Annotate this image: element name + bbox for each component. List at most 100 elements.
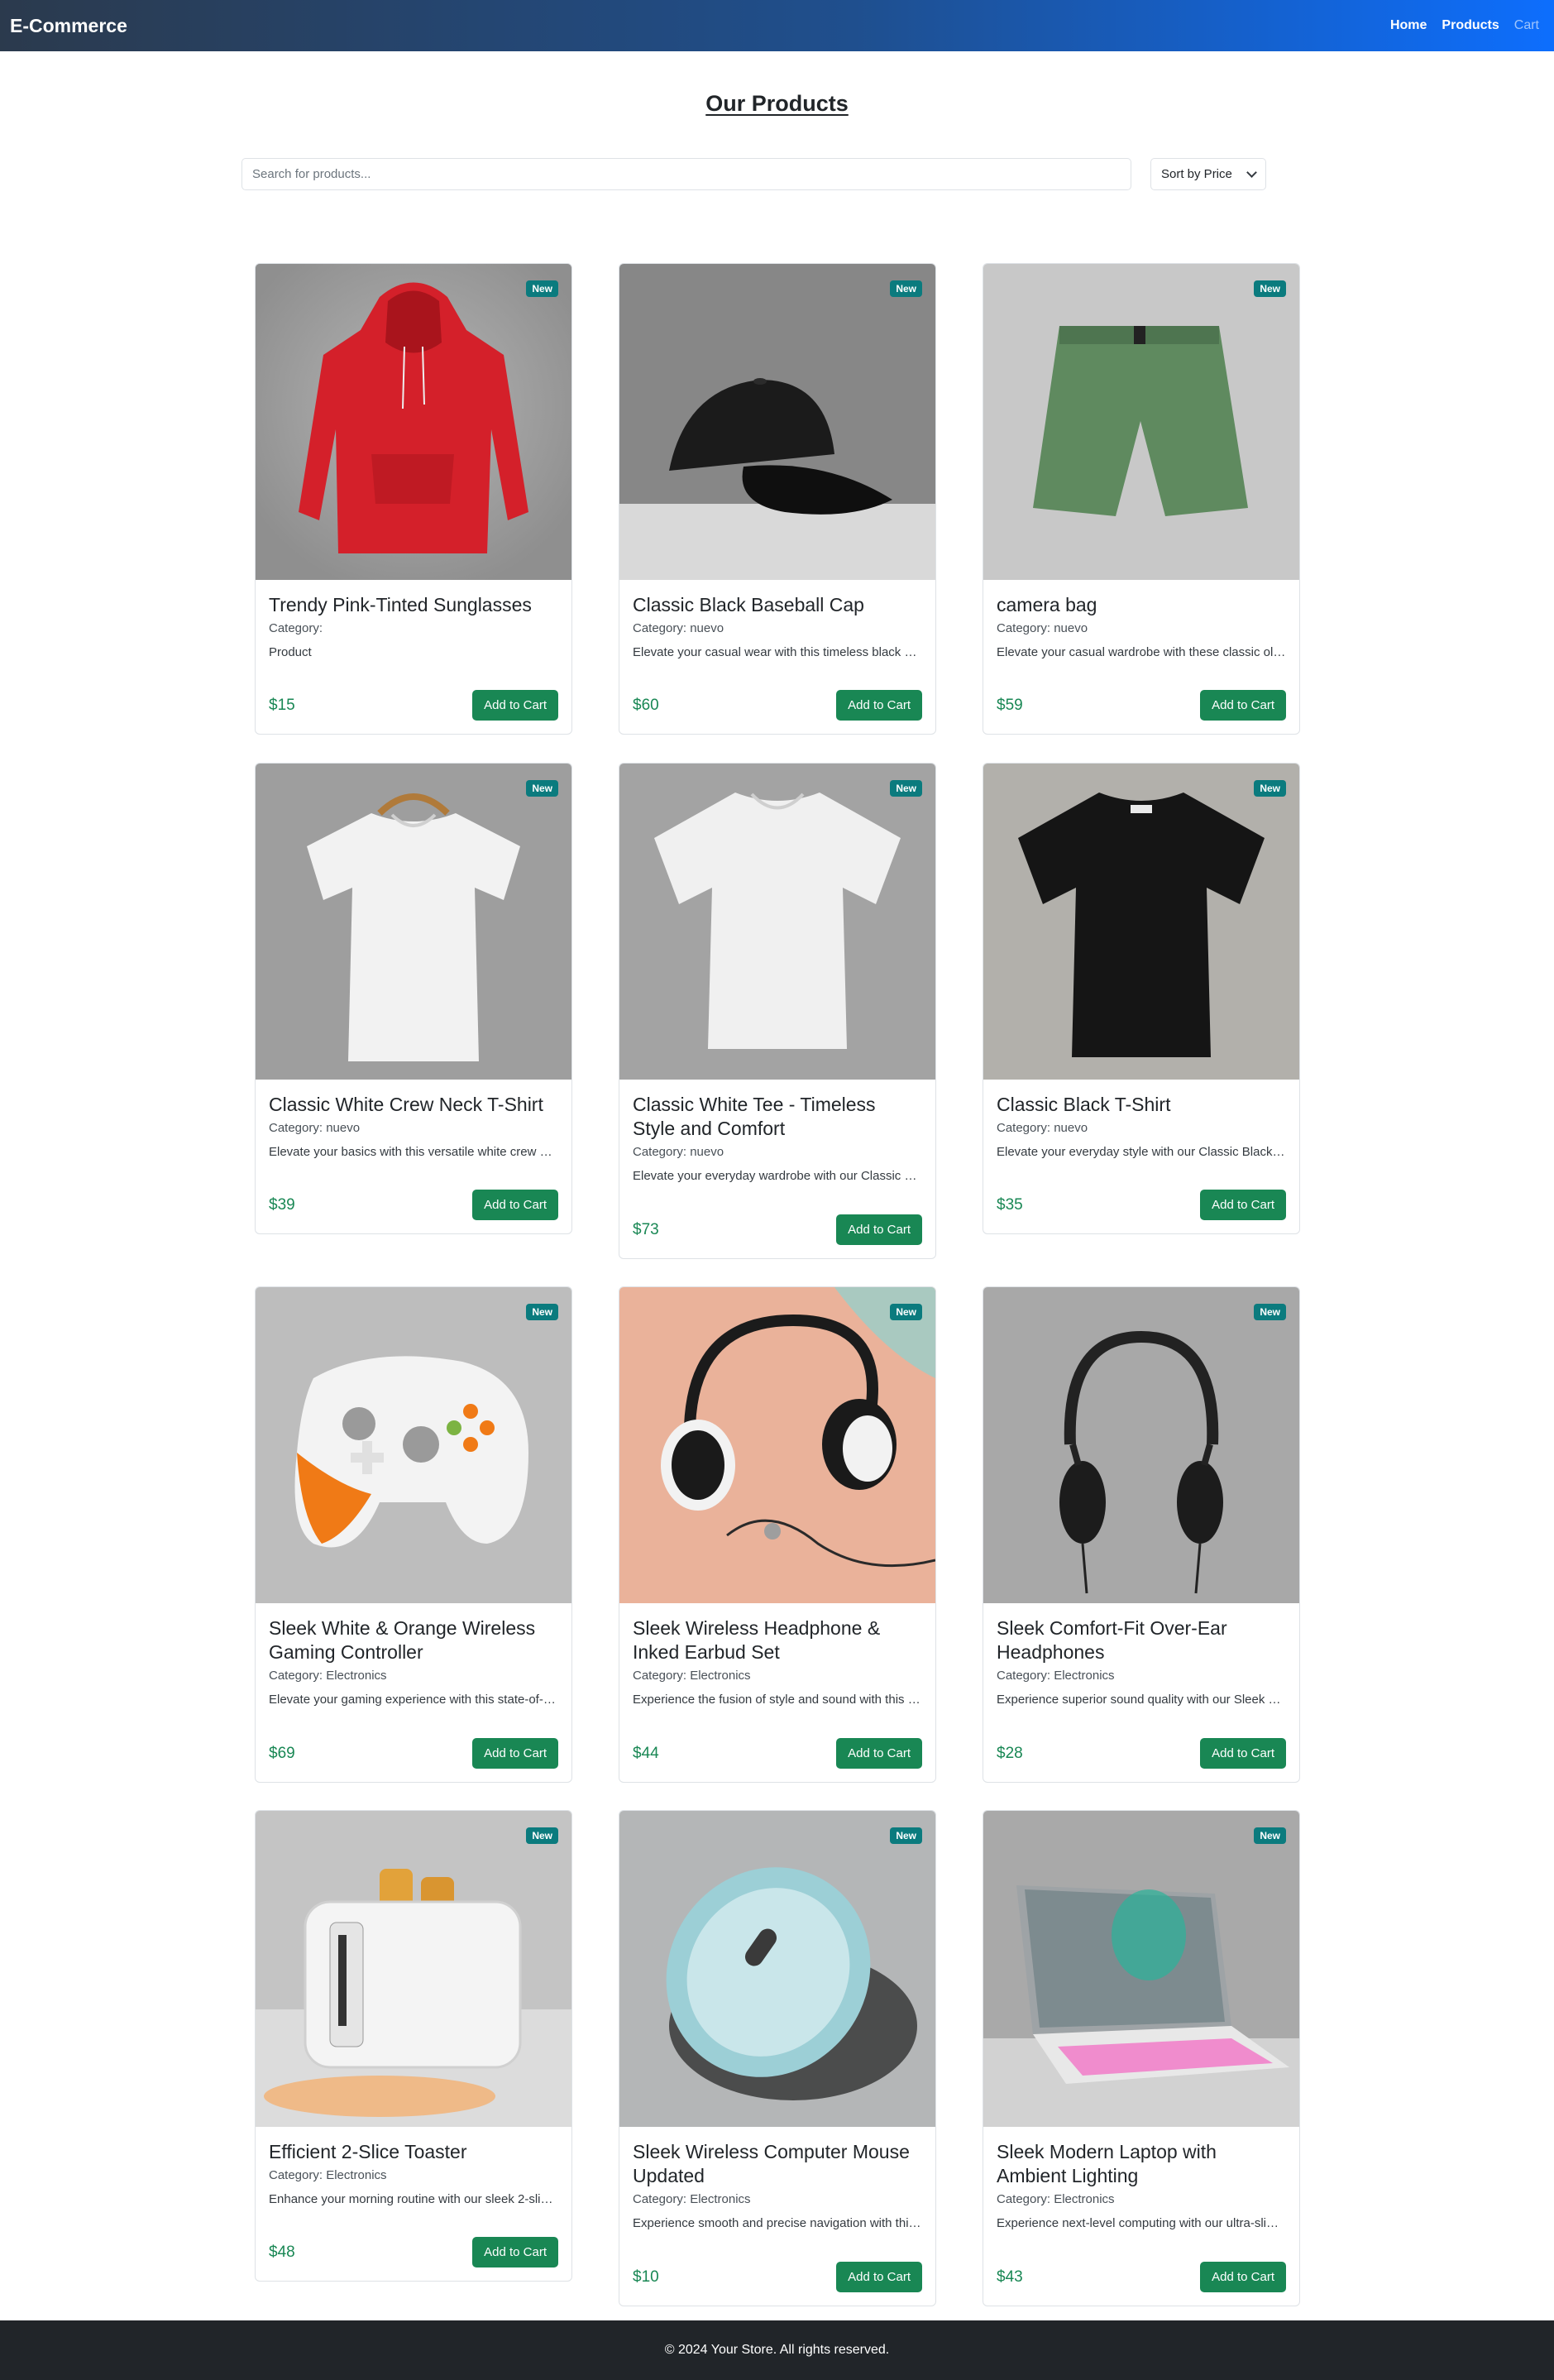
add-to-cart-button[interactable]: Add to Cart (1200, 2262, 1286, 2292)
new-badge: New (1254, 280, 1286, 297)
add-to-cart-button[interactable]: Add to Cart (836, 2262, 922, 2292)
card-footer: $35 Add to Cart (997, 1190, 1286, 1220)
sort-select[interactable]: Sort by Price (1150, 158, 1266, 190)
footer-copyright: © 2024 Your Store. All rights reserved. (664, 2343, 890, 2357)
add-to-cart-button[interactable]: Add to Cart (472, 1738, 558, 1769)
product-category: Category: Electronics (633, 2192, 751, 2206)
product-category: Category: Electronics (269, 1669, 387, 1683)
product-card: New Sleek Wireless Computer Mouse Updated… (619, 1810, 936, 2306)
card-body: Sleek Wireless Headphone & Inked Earbud … (633, 1616, 922, 1707)
product-title: Sleek Comfort-Fit Over-Ear Headphones (997, 1617, 1227, 1663)
new-badge: New (526, 280, 558, 297)
product-image: New (983, 1811, 1299, 2127)
product-category: Category: nuevo (997, 621, 1088, 635)
card-footer: $10 Add to Cart (633, 2262, 922, 2292)
add-to-cart-button[interactable]: Add to Cart (836, 690, 922, 721)
product-price: $10 (633, 2267, 659, 2286)
add-to-cart-button[interactable]: Add to Cart (472, 2237, 558, 2267)
product-image: New (256, 1287, 571, 1603)
nav-link-products[interactable]: Products (1442, 18, 1499, 33)
new-badge: New (890, 280, 922, 297)
product-title: camera bag (997, 594, 1097, 615)
product-description: Elevate your casual wardrobe with these … (997, 645, 1286, 659)
add-to-cart-button[interactable]: Add to Cart (472, 1190, 558, 1220)
product-description: Elevate your casual wear with this timel… (633, 645, 922, 659)
product-description: Experience the fusion of style and sound… (633, 1693, 922, 1707)
product-card: New Sleek White & Orange Wireless Gaming … (255, 1286, 572, 1783)
product-price: $69 (269, 1744, 295, 1762)
search-input[interactable] (241, 158, 1131, 190)
brand-logo[interactable]: E-Commerce (10, 15, 127, 37)
nav-link-home[interactable]: Home (1390, 18, 1427, 33)
product-image: New (983, 764, 1299, 1080)
new-badge: New (1254, 1827, 1286, 1844)
product-image: New (619, 264, 935, 580)
new-badge: New (526, 780, 558, 797)
add-to-cart-button[interactable]: Add to Cart (836, 1214, 922, 1245)
new-badge: New (1254, 1304, 1286, 1320)
product-price: $60 (633, 696, 659, 714)
card-body: Sleek Modern Laptop with Ambient Lightin… (997, 2140, 1286, 2231)
product-category: Category: nuevo (633, 1145, 724, 1159)
card-body: camera bag Category: nuevo Elevate your ca… (997, 593, 1286, 660)
card-body: Classic White Tee - Timeless Style and C… (633, 1093, 922, 1184)
product-description: Experience superior sound quality with o… (997, 1693, 1286, 1707)
product-category: Category: nuevo (633, 621, 724, 635)
product-price: $28 (997, 1744, 1023, 1762)
product-description: Experience smooth and precise navigation… (633, 2216, 922, 2230)
product-title: Classic Black T-Shirt (997, 1094, 1171, 1115)
product-description: Experience next-level computing with our… (997, 2216, 1286, 2230)
nav-link-cart[interactable]: Cart (1514, 18, 1539, 33)
product-price: $44 (633, 1744, 659, 1762)
card-body: Sleek Wireless Computer Mouse Updated Cat… (633, 2140, 922, 2231)
product-card: New Classic Black Baseball Cap Category: n… (619, 263, 936, 735)
product-description: Elevate your everyday wardrobe with our … (633, 1169, 922, 1183)
card-footer: $15 Add to Cart (269, 690, 558, 721)
new-badge: New (890, 1827, 922, 1844)
product-image: New (256, 264, 571, 580)
new-badge: New (1254, 780, 1286, 797)
card-body: Classic White Crew Neck T-Shirt Category:… (269, 1093, 558, 1160)
product-title: Classic White Tee - Timeless Style and C… (633, 1094, 876, 1139)
add-to-cart-button[interactable]: Add to Cart (472, 690, 558, 721)
product-category: Category: Electronics (633, 1669, 751, 1683)
product-card: New Classic White Crew Neck T-Shirt Catego… (255, 763, 572, 1234)
product-card: New Sleek Comfort-Fit Over-Ear Headphones… (983, 1286, 1300, 1783)
page-title: Our Products (705, 91, 849, 116)
add-to-cart-button[interactable]: Add to Cart (836, 1738, 922, 1769)
add-to-cart-button[interactable]: Add to Cart (1200, 1190, 1286, 1220)
product-title: Classic Black Baseball Cap (633, 594, 864, 615)
card-footer: $48 Add to Cart (269, 2237, 558, 2267)
product-category: Category: nuevo (997, 1121, 1088, 1135)
product-price: $39 (269, 1195, 295, 1214)
chevron-down-icon (1246, 166, 1257, 178)
product-title: Trendy Pink-Tinted Sunglasses (269, 594, 532, 615)
product-title: Sleek Wireless Headphone & Inked Earbud … (633, 1617, 881, 1663)
product-category: Category: (269, 621, 323, 635)
product-category: Category: Electronics (997, 1669, 1115, 1683)
product-description: Elevate your everyday style with our Cla… (997, 1145, 1286, 1159)
product-description: Product (269, 645, 312, 659)
footer: © 2024 Your Store. All rights reserved. (0, 2320, 1554, 2380)
product-image: New (619, 1287, 935, 1603)
product-category: Category: nuevo (269, 1121, 361, 1135)
product-image: New (256, 1811, 571, 2127)
nav-links: Home Products Cart (1390, 18, 1539, 33)
product-card: New Classic Black T-Shirt Category: nuevo E… (983, 763, 1300, 1234)
card-body: Classic Black Baseball Cap Category: nuev… (633, 593, 922, 660)
card-footer: $73 Add to Cart (633, 1214, 922, 1245)
product-image: New (619, 1811, 935, 2127)
product-price: $73 (633, 1220, 659, 1238)
product-price: $15 (269, 696, 295, 714)
product-image: New (619, 764, 935, 1080)
add-to-cart-button[interactable]: Add to Cart (1200, 1738, 1286, 1769)
add-to-cart-button[interactable]: Add to Cart (1200, 690, 1286, 721)
card-body: Sleek White & Orange Wireless Gaming Con… (269, 1616, 558, 1707)
product-card: New Efficient 2-Slice Toaster Category: El… (255, 1810, 572, 2282)
product-category: Category: Electronics (269, 2168, 387, 2182)
new-badge: New (890, 780, 922, 797)
card-footer: $60 Add to Cart (633, 690, 922, 721)
product-title: Sleek White & Orange Wireless Gaming Con… (269, 1617, 536, 1663)
product-title: Efficient 2-Slice Toaster (269, 2141, 467, 2162)
product-category: Category: Electronics (997, 2192, 1115, 2206)
